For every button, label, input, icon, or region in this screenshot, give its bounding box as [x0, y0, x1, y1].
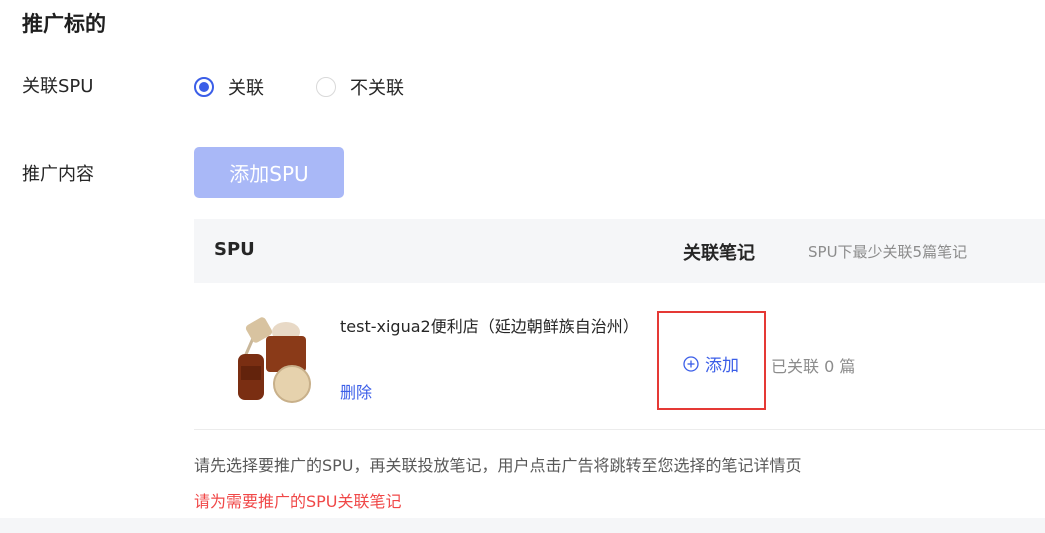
linked-count: 已关联 0 篇 [771, 357, 856, 376]
product-thumbnail [214, 306, 312, 404]
header-notes-hint: SPU下最少关联5篇笔记 [808, 243, 968, 261]
link-spu-label: 关联SPU [22, 76, 94, 97]
radio-link-label: 关联 [228, 78, 264, 99]
add-spu-button[interactable]: 添加SPU [194, 147, 344, 198]
help-text: 请先选择要推广的SPU，再关联投放笔记，用户点击广告将跳转至您选择的笔记详情页 [194, 456, 802, 475]
add-note-button[interactable]: 添加 [683, 351, 739, 376]
radio-no-link[interactable]: 不关联 [316, 74, 404, 100]
bottom-divider [0, 518, 1045, 533]
radio-no-link-circle[interactable] [316, 77, 336, 97]
header-linked-notes: 关联笔记 [683, 243, 755, 264]
section-title: 推广标的 [22, 12, 106, 36]
spu-table-header: SPU 关联笔记 SPU下最少关联5篇笔记 [194, 219, 1045, 283]
radio-link-circle[interactable] [194, 77, 214, 97]
table-row: test-xigua2便利店（延边朝鲜族自治州） 删除 添加 已关联 0 篇 [194, 283, 1045, 430]
jar-lid [273, 365, 311, 403]
add-note-label: 添加 [705, 356, 739, 376]
promo-content-label: 推广内容 [22, 164, 94, 185]
plus-circle-icon [683, 355, 699, 372]
radio-no-link-label: 不关联 [350, 78, 404, 99]
spu-name: test-xigua2便利店（延边朝鲜族自治州） [340, 317, 639, 336]
error-text: 请为需要推广的SPU关联笔记 [194, 492, 402, 511]
serum-bottle-label [241, 366, 261, 380]
header-spu: SPU [214, 239, 255, 260]
link-spu-radio-group: 关联 不关联 [194, 74, 404, 100]
radio-link[interactable]: 关联 [194, 74, 264, 100]
delete-link[interactable]: 删除 [340, 379, 372, 403]
